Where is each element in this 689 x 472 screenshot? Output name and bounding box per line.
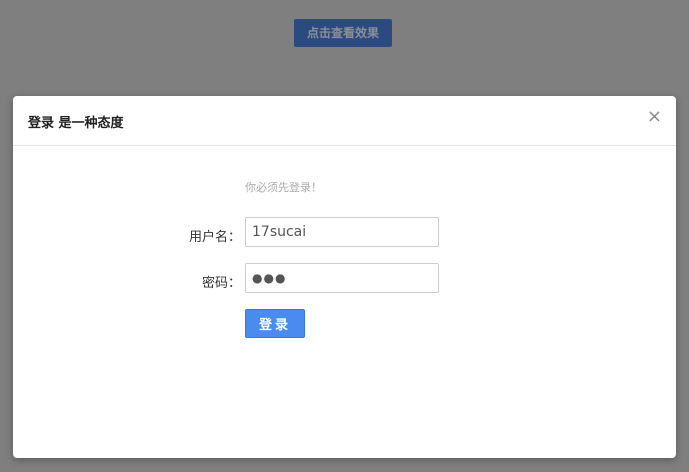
login-button[interactable]: 登录 xyxy=(245,309,305,338)
password-label: 密码： xyxy=(201,276,241,291)
username-input[interactable]: 17sucai xyxy=(245,217,439,247)
modal-title: 登录 是一种态度 xyxy=(28,116,124,131)
password-input[interactable]: ●●● xyxy=(245,263,439,293)
username-label: 用户名： xyxy=(188,230,241,245)
modal-header: 登录 是一种态度 × xyxy=(13,96,676,146)
close-icon[interactable]: × xyxy=(647,108,662,126)
show-demo-button[interactable]: 点击查看效果 xyxy=(294,19,392,47)
login-modal: 登录 是一种态度 × 你必须先登录！ 用户名： 17sucai 密码： ●●● … xyxy=(13,96,676,458)
login-hint: 你必须先登录！ xyxy=(245,181,322,194)
